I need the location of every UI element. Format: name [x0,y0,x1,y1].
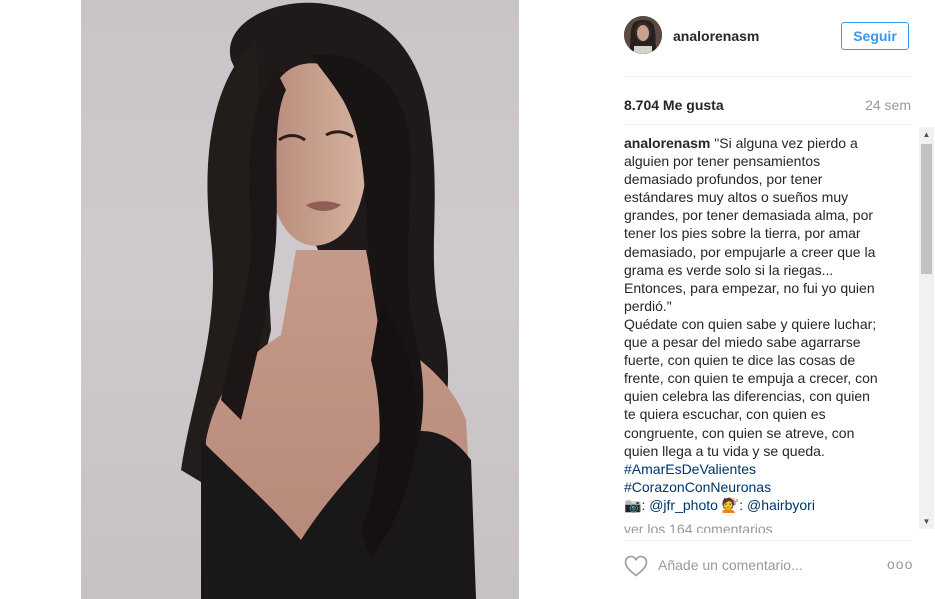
caption-author[interactable]: analorenasm [624,135,710,151]
post-header: analorenasm Seguir [600,0,935,76]
caption-line: fuerte, con quien te dice las cosas de [624,352,856,369]
hashtag-link[interactable]: #AmarEsDeValientes [624,460,898,478]
caption-line: tener los pies sobre la tierra, por amar [624,225,861,242]
arrow-up-icon[interactable]: ▲ [919,127,934,142]
caption-line: demasiado profundos, por tener [624,171,823,188]
caption-line: grandes, por tener demasiada alma, por [624,207,874,224]
scroll-thumb[interactable] [921,144,932,274]
credits-line: 📷: @jfr_photo 💇: @hairbyori [624,496,815,513]
view-comments-link[interactable]: ver los 164 comentarios [624,521,773,533]
heart-outline-icon[interactable] [624,555,648,577]
caption-line: alguien por tener pensamientos [624,153,821,170]
mention-link[interactable]: @hairbyori [747,497,815,513]
caption-line: frente, con quien te empuja a crecer, co… [624,370,878,387]
caption-line: estándares muy altos o sueños muy [624,189,849,206]
more-options-icon[interactable]: ooo [887,556,913,572]
follow-button[interactable]: Seguir [841,22,909,50]
caption: analorenasm "Si alguna vez pierdo a algu… [624,134,898,527]
hashtag-link[interactable]: #CorazonConNeuronas [624,478,898,496]
arrow-down-icon[interactable]: ▼ [919,514,934,529]
portrait-image [181,2,476,599]
caption-scrollbar[interactable]: ▲ ▼ [919,127,934,529]
post-photo[interactable] [81,0,519,599]
caption-line: perdió." [624,297,672,314]
caption-line: que a pesar del miedo sabe agarrarse [624,334,861,351]
caption-line: te quiera escuchar, con quien es [624,406,826,423]
caption-line: grama es verde solo si la riegas... [624,261,834,278]
caption-line: quien llega a tu vida y se queda. [624,442,825,459]
caption-line: quien celebra las diferencias, con quien [624,388,870,405]
hair-icon: 💇 [721,496,740,513]
mention-link[interactable]: @jfr_photo [649,497,718,513]
divider [624,76,911,77]
caption-line: Quédate con quien sabe y quiere luchar; [624,315,877,332]
post-details-panel: analorenasm Seguir 8.704 Me gusta 24 sem… [600,0,935,599]
post-age[interactable]: 24 sem [865,97,911,113]
username[interactable]: analorenasm [673,28,759,44]
avatar-image [624,16,662,54]
camera-icon: 📷 [624,496,642,513]
divider [624,124,911,125]
caption-line: "Si alguna vez pierdo a [714,135,858,151]
caption-line: demasiado, por empujarle a creer que la [624,243,876,260]
avatar[interactable] [624,16,662,54]
caption-line: Entonces, para empezar, no fui yo quien [624,279,875,296]
comment-input[interactable] [658,555,858,575]
divider [624,540,911,541]
caption-line: congruente, con quien se atreve, con [624,424,855,441]
like-count[interactable]: 8.704 Me gusta [624,97,724,113]
